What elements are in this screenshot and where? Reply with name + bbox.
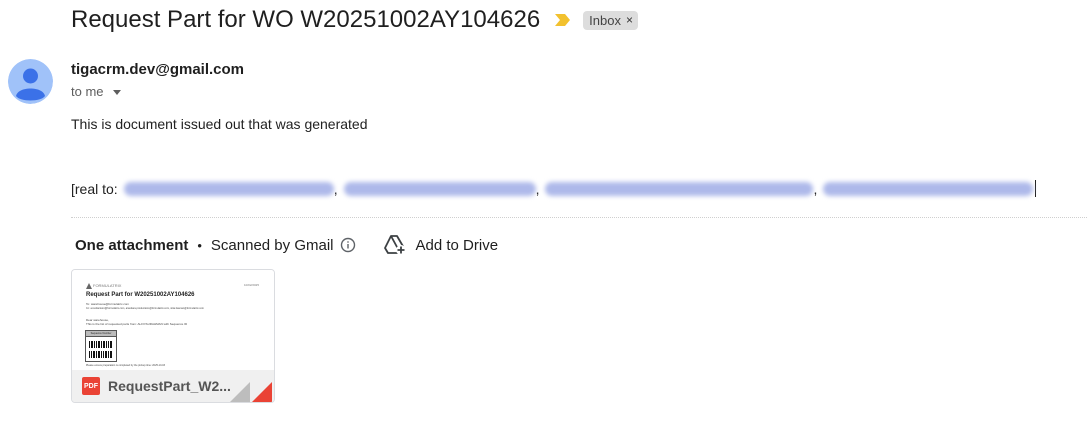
- email-body-text: This is document issued out that was gen…: [71, 116, 368, 132]
- preview-footer-note: Please ensure preparation is completed b…: [86, 364, 166, 367]
- scan-status: Scanned by Gmail: [210, 236, 334, 254]
- label-chip-inbox[interactable]: Inbox ×: [583, 10, 638, 30]
- avatar[interactable]: [8, 59, 53, 104]
- divider: [71, 217, 1087, 218]
- redacted-recipient: [545, 181, 814, 196]
- drive-add-icon: [383, 235, 406, 255]
- chevron-down-icon: [112, 90, 121, 95]
- redacted-recipient: [123, 181, 334, 196]
- preview-barcode-table: Sequence Number: [85, 330, 117, 362]
- barcode-icon: [89, 341, 112, 358]
- separator-dot: •: [197, 237, 202, 253]
- attachment-filename: RequestPart_W2...: [108, 378, 231, 394]
- attachment-card[interactable]: FORMULATRIX 10/02/2025 Request Part for …: [71, 269, 275, 403]
- importance-marker-icon[interactable]: [555, 12, 571, 28]
- label-chip-text: Inbox: [589, 12, 621, 28]
- attachment-header: One attachment • Scanned by Gmail Add to…: [75, 234, 498, 256]
- pdf-corner-fold-icon: [230, 382, 272, 402]
- preview-cc-line: Cc: ai.subiantoro@formulatrix.com, arand…: [86, 307, 204, 310]
- remove-label-icon[interactable]: ×: [626, 13, 633, 27]
- add-to-drive-label: Add to Drive: [415, 236, 499, 254]
- real-to-label: [real to:: [71, 180, 118, 197]
- email-subject: Request Part for WO W20251002AY104626: [71, 6, 541, 33]
- recipient-separator: ,: [813, 180, 818, 197]
- preview-date: 10/02/2025: [244, 283, 260, 287]
- info-icon[interactable]: [340, 237, 356, 253]
- preview-title: Request Part for W20251002AY104626: [86, 292, 195, 298]
- redacted-recipient: [343, 181, 536, 196]
- subject-row: Request Part for WO W20251002AY104626 In…: [71, 6, 638, 34]
- attachment-preview: FORMULATRIX 10/02/2025 Request Part for …: [72, 270, 274, 370]
- recipient-details-toggle[interactable]: to me: [71, 84, 121, 99]
- recipient-separator: ,: [333, 180, 338, 197]
- preview-logo-icon: [86, 283, 92, 289]
- add-to-drive-button[interactable]: Add to Drive: [383, 234, 499, 256]
- preview-logo: FORMULATRIX: [93, 283, 122, 288]
- sender-email[interactable]: tigacrm.dev@gmail.com: [71, 61, 244, 78]
- to-me-text: to me: [71, 84, 104, 99]
- redacted-recipient: [823, 181, 1034, 196]
- preview-to-line: To: warehouse@formulatrix.com: [86, 302, 130, 306]
- preview-request-line: This is the list of requested parts from…: [86, 322, 188, 326]
- pdf-icon: PDF: [82, 377, 100, 395]
- attachment-count: One attachment: [75, 236, 189, 254]
- recipient-separator: ,: [535, 180, 540, 197]
- real-to-line: [real to: , , ,: [71, 180, 1037, 197]
- text-cursor: [1035, 180, 1037, 197]
